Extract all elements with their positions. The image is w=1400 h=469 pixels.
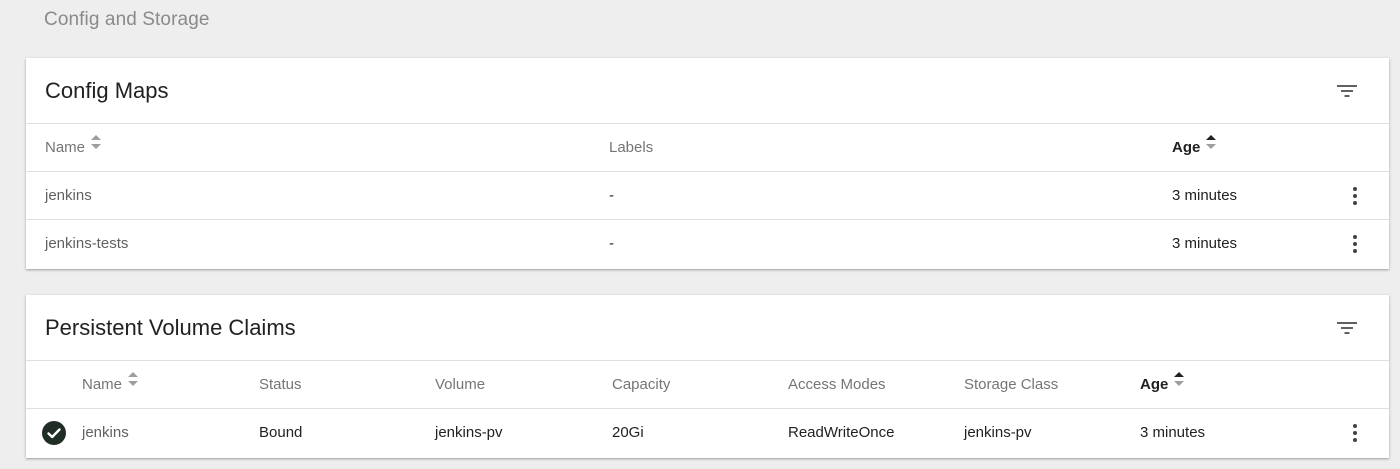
pvc-header: Persistent Volume Claims: [26, 295, 1389, 361]
more-vert-icon[interactable]: [1343, 421, 1367, 445]
pvc-capacity: 20Gi: [612, 424, 644, 441]
pvc-access-modes: ReadWriteOnce: [788, 424, 895, 441]
config-map-labels: -: [609, 235, 614, 252]
column-header-capacity: Capacity: [612, 376, 671, 393]
config-map-labels: -: [609, 187, 614, 204]
pvc-age: 3 minutes: [1140, 424, 1206, 441]
config-maps-header: Config Maps: [26, 58, 1389, 124]
config-map-name-link[interactable]: jenkins-tests: [45, 220, 128, 268]
config-maps-header-row: Name Labels Age: [26, 124, 1389, 172]
column-header-name[interactable]: Name: [82, 361, 139, 409]
config-map-name-link[interactable]: jenkins: [45, 172, 92, 220]
column-header-labels: Labels: [609, 139, 654, 156]
section-title: Config and Storage: [44, 9, 210, 30]
pvc-name-link[interactable]: jenkins: [82, 409, 129, 457]
column-header-volume: Volume: [435, 376, 486, 393]
sort-icon[interactable]: [1173, 360, 1185, 408]
column-header-age[interactable]: Age: [1172, 124, 1217, 172]
more-vert-icon[interactable]: [1343, 184, 1367, 208]
pvc-title: Persistent Volume Claims: [45, 315, 296, 340]
column-header-name[interactable]: Name: [45, 124, 102, 172]
config-maps-title: Config Maps: [45, 78, 169, 103]
pvc-header-row: Name Status Volume Capacity Access Modes…: [26, 361, 1389, 409]
config-map-age: 3 minutes: [1172, 235, 1238, 252]
sort-icon[interactable]: [90, 123, 102, 171]
table-row: jenkins-tests - 3 minutes: [26, 220, 1389, 268]
column-header-storage-class: Storage Class: [964, 376, 1059, 393]
table-row: jenkins Bound jenkins-pv 20Gi ReadWriteO…: [26, 409, 1389, 457]
more-vert-icon[interactable]: [1343, 232, 1367, 256]
pvc-card: Persistent Volume Claims Name Status Vol…: [26, 295, 1389, 458]
filter-list-icon[interactable]: [1335, 317, 1359, 339]
pvc-volume: jenkins-pv: [435, 424, 503, 441]
sort-icon[interactable]: [127, 360, 139, 408]
column-header-age[interactable]: Age: [1140, 361, 1185, 409]
config-map-age: 3 minutes: [1172, 187, 1238, 204]
check-circle-icon: [42, 421, 66, 445]
pvc-storage-class: jenkins-pv: [964, 424, 1032, 441]
column-header-status: Status: [259, 376, 302, 393]
filter-list-icon[interactable]: [1335, 80, 1359, 102]
sort-icon[interactable]: [1205, 123, 1217, 171]
pvc-status: Bound: [259, 424, 303, 441]
config-maps-card: Config Maps Name Labels Age jenkins - 3 …: [26, 58, 1389, 269]
column-header-access-modes: Access Modes: [788, 376, 886, 393]
table-row: jenkins - 3 minutes: [26, 172, 1389, 220]
